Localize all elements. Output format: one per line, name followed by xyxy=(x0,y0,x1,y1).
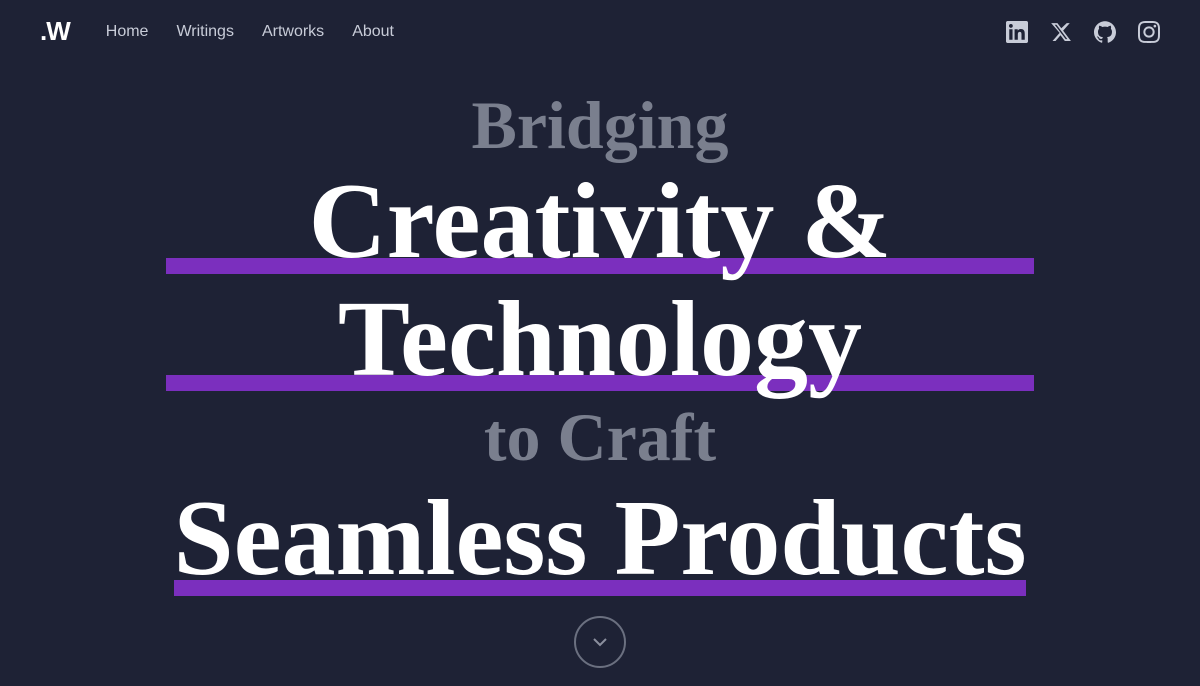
hero-bridging: Bridging xyxy=(174,88,1027,163)
hero-technology-line: Technology xyxy=(174,283,1027,396)
nav-link-about[interactable]: About xyxy=(352,23,394,40)
nav-link-artworks[interactable]: Artworks xyxy=(262,23,324,40)
hero-creativity-text: Creativity & xyxy=(309,162,892,281)
logo[interactable]: .W xyxy=(40,16,70,47)
headline-block: Bridging Creativity & Technology to Craf… xyxy=(174,88,1027,600)
nav-item-about[interactable]: About xyxy=(352,23,394,41)
nav-item-home[interactable]: Home xyxy=(106,23,149,41)
hero-creativity-line: Creativity & xyxy=(174,165,1027,278)
nav-link-home[interactable]: Home xyxy=(106,23,149,40)
nav-link-writings[interactable]: Writings xyxy=(176,23,234,40)
navbar: .W Home Writings Artworks About xyxy=(0,0,1200,63)
linkedin-icon[interactable] xyxy=(1006,21,1028,43)
nav-item-artworks[interactable]: Artworks xyxy=(262,23,324,41)
hero-to-craft: to Craft xyxy=(174,400,1027,475)
github-icon[interactable] xyxy=(1094,21,1116,43)
scroll-down-button[interactable] xyxy=(574,616,626,668)
hero-seamless-line: Seamless Products xyxy=(174,477,1027,601)
nav-links: Home Writings Artworks About xyxy=(106,23,394,41)
arrow-down-icon xyxy=(588,630,612,654)
hero-section: Bridging Creativity & Technology to Craf… xyxy=(0,63,1200,686)
hero-seamless-text: Seamless Products xyxy=(174,479,1027,598)
nav-item-writings[interactable]: Writings xyxy=(176,23,234,41)
nav-left: .W Home Writings Artworks About xyxy=(40,16,394,47)
instagram-icon[interactable] xyxy=(1138,21,1160,43)
twitter-icon[interactable] xyxy=(1050,21,1072,43)
hero-technology-text: Technology xyxy=(338,280,862,399)
nav-right xyxy=(1006,21,1160,43)
